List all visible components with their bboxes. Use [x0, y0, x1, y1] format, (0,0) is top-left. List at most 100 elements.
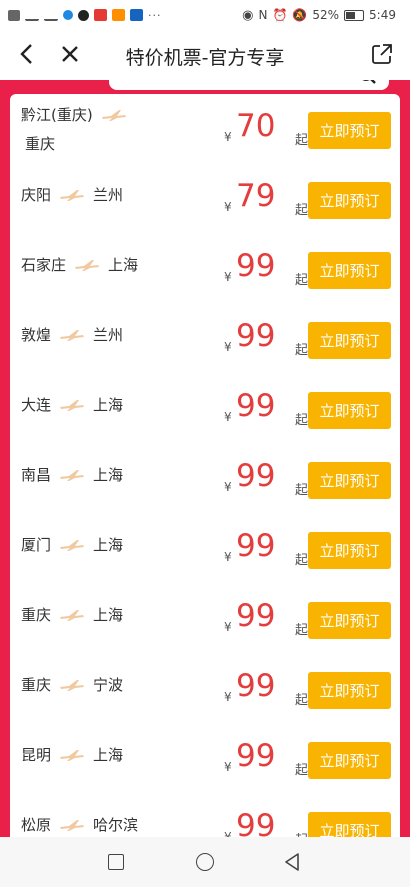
signal-icon — [25, 10, 39, 21]
flight-row[interactable]: 石家庄 上海 ¥ 99 起 立即预订 — [10, 234, 400, 304]
price: ¥ 99 起 — [224, 804, 316, 837]
flight-row[interactable]: 南昌 上海 ¥ 99 起 立即预订 — [10, 444, 400, 514]
price: ¥ 99 起 — [224, 524, 316, 574]
nfc-icon: N — [258, 8, 268, 22]
price-suffix: 起 — [295, 623, 309, 638]
app-notification-icon — [78, 9, 89, 21]
plane-icon — [60, 539, 85, 551]
book-now-button[interactable]: 立即预订 — [308, 112, 391, 149]
app-notification-icon — [130, 9, 143, 21]
price-suffix: 起 — [295, 133, 309, 148]
price-value: 99 — [236, 248, 276, 284]
route: 庆阳 兰州 — [21, 184, 123, 205]
recent-apps-icon[interactable] — [108, 854, 124, 870]
destination-city: 重庆 — [25, 135, 56, 153]
flight-row[interactable]: 大连 上海 ¥ 99 起 立即预订 — [10, 374, 400, 444]
currency-symbol: ¥ — [224, 130, 232, 144]
book-now-button[interactable]: 立即预订 — [308, 672, 391, 709]
flight-row[interactable]: 昆明 上海 ¥ 99 起 立即预订 — [10, 724, 400, 794]
route: 黔江(重庆) 重庆 — [21, 104, 127, 154]
route: 重庆 上海 — [21, 604, 123, 625]
origin-city: 昆明 — [21, 746, 52, 764]
destination-city: 上海 — [93, 746, 124, 764]
back-triangle-icon[interactable] — [283, 852, 301, 872]
flight-row[interactable]: 黔江(重庆) 重庆 ¥ 70 起 立即预订 — [10, 94, 400, 164]
price-value: 99 — [236, 388, 276, 424]
price: ¥ 99 起 — [224, 384, 316, 434]
system-navigation-bar — [0, 837, 410, 887]
currency-symbol: ¥ — [224, 760, 232, 774]
price-suffix: 起 — [295, 203, 309, 218]
destination-city: 上海 — [108, 256, 139, 274]
destination-city: 上海 — [93, 536, 124, 554]
flight-row[interactable]: 重庆 上海 ¥ 99 起 立即预订 — [10, 584, 400, 654]
price-suffix: 起 — [295, 413, 309, 428]
flight-row[interactable]: 重庆 宁波 ¥ 99 起 立即预订 — [10, 654, 400, 724]
book-now-button[interactable]: 立即预订 — [308, 812, 391, 837]
search-bar[interactable] — [109, 80, 389, 90]
price-suffix: 起 — [295, 553, 309, 568]
alarm-icon: ⏰ — [272, 8, 288, 22]
title-bar: 特价机票-官方专享 — [0, 30, 410, 80]
flight-row[interactable]: 厦门 上海 ¥ 99 起 立即预订 — [10, 514, 400, 584]
price-suffix: 起 — [295, 763, 309, 778]
book-now-button[interactable]: 立即预订 — [308, 392, 391, 429]
plane-icon — [60, 679, 85, 691]
price: ¥ 99 起 — [224, 454, 316, 504]
destination-city: 上海 — [93, 466, 124, 484]
hd-icon — [8, 9, 20, 21]
plane-icon — [60, 469, 85, 481]
currency-symbol: ¥ — [224, 620, 232, 634]
price-value: 99 — [236, 808, 276, 837]
price-value: 99 — [236, 738, 276, 774]
price-suffix: 起 — [295, 483, 309, 498]
book-now-button[interactable]: 立即预订 — [308, 602, 391, 639]
app-notification-icon — [94, 9, 107, 21]
clock: 5:49 — [369, 8, 396, 22]
route: 大连 上海 — [21, 394, 123, 415]
route: 昆明 上海 — [21, 744, 123, 765]
price-suffix: 起 — [295, 829, 308, 837]
plane-icon — [60, 609, 85, 621]
plane-icon — [101, 109, 126, 121]
origin-city: 松原 — [21, 816, 52, 834]
battery-icon — [344, 9, 365, 21]
price-value: 99 — [236, 318, 276, 354]
flight-row[interactable]: 敦煌 兰州 ¥ 99 起 立即预订 — [10, 304, 400, 374]
origin-city: 庆阳 — [21, 186, 52, 204]
currency-symbol: ¥ — [224, 410, 232, 424]
eye-icon: ◉ — [242, 7, 254, 23]
price-value: 99 — [236, 668, 276, 704]
price: ¥ 70 起 — [224, 104, 316, 154]
destination-city: 兰州 — [93, 186, 124, 204]
currency-symbol: ¥ — [224, 270, 232, 284]
price-suffix: 起 — [295, 343, 309, 358]
origin-city: 黔江(重庆) — [21, 106, 93, 124]
plane-icon — [60, 749, 85, 761]
book-now-button[interactable]: 立即预订 — [308, 462, 391, 499]
home-icon[interactable] — [196, 853, 214, 871]
book-now-button[interactable]: 立即预订 — [308, 182, 391, 219]
origin-city: 重庆 — [21, 606, 52, 624]
book-now-button[interactable]: 立即预订 — [308, 742, 391, 779]
price-suffix: 起 — [295, 693, 309, 708]
share-icon[interactable] — [370, 42, 394, 66]
price-value: 99 — [236, 458, 276, 494]
book-now-button[interactable]: 立即预订 — [308, 322, 391, 359]
search-icon — [362, 80, 376, 84]
destination-city: 宁波 — [93, 676, 124, 694]
currency-symbol: ¥ — [224, 200, 232, 214]
origin-city: 南昌 — [21, 466, 52, 484]
battery-percent: 52% — [312, 8, 340, 22]
book-now-button[interactable]: 立即预订 — [308, 532, 391, 569]
currency-symbol: ¥ — [224, 340, 232, 354]
flight-row[interactable]: 松原 哈尔滨 ¥ 99 起 立即预订 — [10, 794, 400, 837]
origin-city: 厦门 — [21, 536, 52, 554]
route: 松原 哈尔滨 — [21, 814, 138, 835]
currency-symbol: ¥ — [224, 690, 232, 704]
wifi-icon — [44, 10, 58, 21]
plane-icon — [60, 189, 85, 201]
destination-city: 上海 — [93, 396, 124, 414]
flight-row[interactable]: 庆阳 兰州 ¥ 79 起 立即预订 — [10, 164, 400, 234]
book-now-button[interactable]: 立即预订 — [308, 252, 391, 289]
